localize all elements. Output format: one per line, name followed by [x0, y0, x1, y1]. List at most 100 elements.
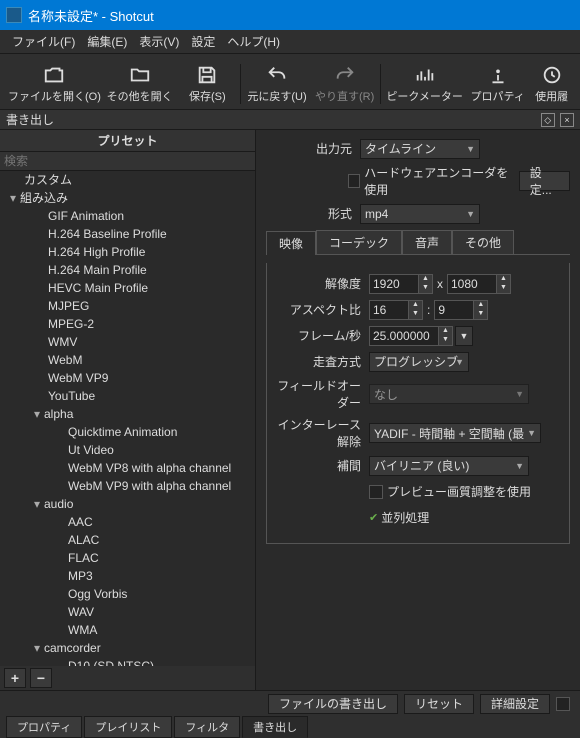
interp-label: 補間	[275, 457, 369, 474]
btab-playlist[interactable]: プレイリスト	[84, 716, 172, 738]
tree-item[interactable]: GIF Animation	[0, 207, 255, 225]
menu-view[interactable]: 表示(V)	[133, 33, 185, 50]
advanced-checkbox[interactable]	[556, 697, 570, 711]
tree-item[interactable]: Quicktime Animation	[0, 423, 255, 441]
fps-preset-button[interactable]: ▼	[455, 326, 473, 346]
tree-item[interactable]: MJPEG	[0, 297, 255, 315]
format-label: 形式	[266, 205, 360, 222]
deinterlace-label: インターレース解除	[275, 416, 369, 450]
footer-buttons: ファイルの書き出し リセット 詳細設定	[0, 690, 580, 716]
tb-redo[interactable]: やり直す(R)	[311, 62, 379, 106]
tree-item[interactable]: Ut Video	[0, 441, 255, 459]
preset-header: プリセット	[0, 130, 255, 152]
preset-sidebar: プリセット カスタム ▾組み込み GIF Animation H.264 Bas…	[0, 130, 256, 690]
menubar: ファイル(F) 編集(E) 表示(V) 設定 ヘルプ(H)	[0, 30, 580, 54]
history-icon	[541, 64, 563, 86]
btab-filter[interactable]: フィルタ	[174, 716, 240, 738]
tree-item[interactable]: H.264 Main Profile	[0, 261, 255, 279]
tree-item[interactable]: WebM VP9 with alpha channel	[0, 477, 255, 495]
reset-button[interactable]: リセット	[404, 694, 474, 714]
aspect-h-spinner[interactable]: ▲▼	[434, 300, 488, 320]
res-width-spinner[interactable]: ▲▼	[369, 274, 433, 294]
add-preset-button[interactable]: +	[4, 668, 26, 688]
chevron-down-icon: ▼	[466, 144, 475, 154]
preset-tree[interactable]: カスタム ▾組み込み GIF Animation H.264 Baseline …	[0, 171, 255, 666]
hw-encoder-checkbox[interactable]	[348, 174, 360, 188]
fps-label: フレーム/秒	[275, 327, 369, 344]
tab-codec[interactable]: コーデック	[316, 230, 402, 254]
panel-icons: ◇ ×	[539, 112, 574, 127]
btab-properties[interactable]: プロパティ	[6, 716, 82, 738]
tree-item[interactable]: MPEG-2	[0, 315, 255, 333]
remove-preset-button[interactable]: −	[30, 668, 52, 688]
tree-item[interactable]: WMA	[0, 621, 255, 639]
tab-video[interactable]: 映像	[266, 231, 316, 255]
field-order-label: フィールドオーダー	[275, 377, 369, 411]
tb-history[interactable]: 使用履	[529, 62, 574, 106]
panel-float-icon[interactable]: ◇	[541, 113, 555, 127]
tb-properties[interactable]: プロパティ	[466, 62, 529, 106]
tree-item[interactable]: HEVC Main Profile	[0, 279, 255, 297]
tree-item[interactable]: WAV	[0, 603, 255, 621]
deinterlace-combo[interactable]: YADIF - 時間軸 + 空間軸 (最▼	[369, 423, 541, 443]
tb-open-other[interactable]: その他を開く	[103, 62, 176, 106]
tree-branch[interactable]: ▾camcorder	[0, 639, 255, 657]
tree-branch[interactable]: ▾組み込み	[0, 189, 255, 207]
format-combo[interactable]: mp4▼	[360, 204, 480, 224]
hw-settings-button[interactable]: 設定...	[519, 171, 570, 191]
tree-item[interactable]: AAC	[0, 513, 255, 531]
tree-item[interactable]: YouTube	[0, 387, 255, 405]
menu-edit[interactable]: 編集(E)	[81, 33, 133, 50]
tb-peak[interactable]: ピークメーター	[383, 62, 466, 106]
export-file-button[interactable]: ファイルの書き出し	[268, 694, 398, 714]
tree-item[interactable]: FLAC	[0, 549, 255, 567]
panel-close-icon[interactable]: ×	[560, 113, 574, 127]
scan-label: 走査方式	[275, 353, 369, 370]
aspect-w-spinner[interactable]: ▲▼	[369, 300, 423, 320]
tree-item[interactable]: MP3	[0, 567, 255, 585]
tb-undo[interactable]: 元に戻す(U)	[243, 62, 311, 106]
source-combo[interactable]: タイムライン▼	[360, 139, 480, 159]
scan-combo[interactable]: プログレッシブ▼	[369, 352, 469, 372]
preset-actions: + −	[0, 666, 255, 690]
tab-audio[interactable]: 音声	[402, 230, 452, 254]
interp-combo[interactable]: バイリニア (良い)▼	[369, 456, 529, 476]
res-height-spinner[interactable]: ▲▼	[447, 274, 511, 294]
tab-other[interactable]: その他	[452, 230, 514, 254]
preview-quality-checkbox[interactable]	[369, 485, 383, 499]
export-panel-header: 書き出し ◇ ×	[0, 110, 580, 130]
search-input[interactable]	[0, 152, 255, 170]
main-area: プリセット カスタム ▾組み込み GIF Animation H.264 Bas…	[0, 130, 580, 690]
search-row	[0, 152, 255, 171]
tree-item[interactable]: Ogg Vorbis	[0, 585, 255, 603]
parallel-checkbox[interactable]: ✔並列処理	[369, 509, 429, 526]
hw-encoder-label: ハードウェアエンコーダを使用	[364, 164, 508, 198]
tree-item[interactable]: H.264 High Profile	[0, 243, 255, 261]
tb-save[interactable]: 保存(S)	[176, 62, 238, 106]
tree-item[interactable]: WebM VP8 with alpha channel	[0, 459, 255, 477]
tree-item[interactable]: WMV	[0, 333, 255, 351]
tree-branch[interactable]: ▾audio	[0, 495, 255, 513]
menu-help[interactable]: ヘルプ(H)	[221, 33, 286, 50]
source-label: 出力元	[266, 140, 360, 157]
aspect-label: アスペクト比	[275, 301, 369, 318]
tree-item[interactable]: H.264 Baseline Profile	[0, 225, 255, 243]
advanced-button[interactable]: 詳細設定	[480, 694, 550, 714]
menu-settings[interactable]: 設定	[185, 33, 221, 50]
tree-branch[interactable]: ▾alpha	[0, 405, 255, 423]
toolbar: ファイルを開く(O) その他を開く 保存(S) 元に戻す(U) やり直す(R) …	[0, 54, 580, 110]
tree-item[interactable]: WebM VP9	[0, 369, 255, 387]
fps-spinner[interactable]: ▲▼	[369, 326, 453, 346]
tree-item[interactable]: D10 (SD NTSC)	[0, 657, 255, 666]
tree-item[interactable]: ALAC	[0, 531, 255, 549]
tree-item[interactable]: カスタム	[0, 171, 255, 189]
field-order-combo: なし▼	[369, 384, 529, 404]
app-icon	[6, 7, 22, 23]
checkmark-icon: ✔	[369, 511, 378, 524]
preview-quality-label: プレビュー画質調整を使用	[387, 483, 531, 500]
menu-file[interactable]: ファイル(F)	[6, 33, 81, 50]
btab-export[interactable]: 書き出し	[242, 716, 308, 738]
tree-item[interactable]: WebM	[0, 351, 255, 369]
tb-open[interactable]: ファイルを開く(O)	[6, 62, 103, 106]
bottom-tabs: プロパティ プレイリスト フィルタ 書き出し	[0, 716, 580, 738]
